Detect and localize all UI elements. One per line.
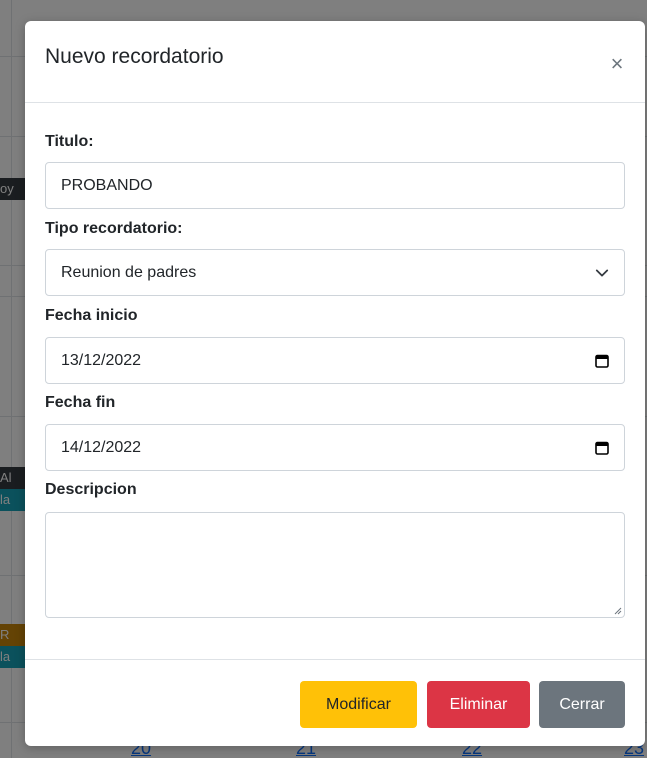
modal-title: Nuevo recordatorio [45, 45, 224, 68]
tipo-recordatorio-label: Tipo recordatorio: [45, 220, 183, 237]
fecha-fin-input[interactable]: 14/12/2022 [45, 424, 625, 471]
modal-footer: Modificar Eliminar Cerrar [25, 659, 645, 746]
tipo-recordatorio-select[interactable]: Reunion de padres [45, 249, 625, 296]
calendar-icon[interactable] [595, 354, 609, 368]
calendar-icon[interactable] [595, 441, 609, 455]
fecha-fin-label: Fecha fin [45, 394, 116, 411]
descripcion-textarea[interactable] [45, 512, 625, 618]
tipo-recordatorio-value: Reunion de padres [61, 263, 197, 281]
fecha-inicio-value: 13/12/2022 [61, 351, 142, 369]
titulo-input[interactable]: PROBANDO [45, 162, 625, 209]
cerrar-button[interactable]: Cerrar [539, 681, 625, 728]
chevron-down-icon [595, 269, 609, 276]
close-icon: × [610, 51, 624, 76]
eliminar-button[interactable]: Eliminar [427, 681, 530, 728]
fecha-inicio-label: Fecha inicio [45, 307, 138, 324]
fecha-inicio-input[interactable]: 13/12/2022 [45, 337, 625, 384]
reminder-modal: Nuevo recordatorio × Titulo: PROBANDO Ti… [25, 21, 645, 746]
close-button[interactable]: × [605, 52, 629, 76]
fecha-fin-value: 14/12/2022 [61, 438, 142, 456]
titulo-label: Titulo: [45, 133, 94, 150]
titulo-value: PROBANDO [61, 176, 153, 194]
modal-header: Nuevo recordatorio × [25, 21, 645, 103]
resize-handle-icon[interactable] [612, 605, 622, 615]
modal-body: Titulo: PROBANDO Tipo recordatorio: Reun… [25, 103, 645, 659]
modificar-button[interactable]: Modificar [300, 681, 417, 728]
descripcion-label: Descripcion [45, 481, 137, 498]
